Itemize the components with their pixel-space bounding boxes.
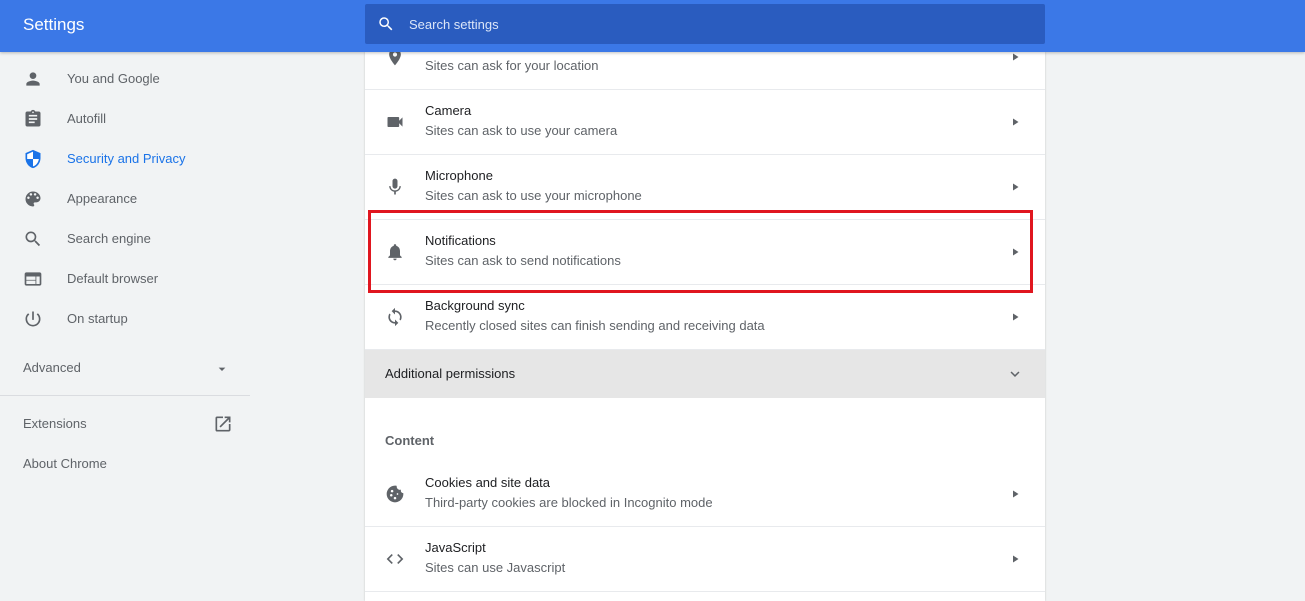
sidebar-item-appearance[interactable]: Appearance <box>0 179 250 219</box>
shield-icon <box>25 149 41 169</box>
extensions-label: Extensions <box>23 416 87 431</box>
sidebar: You and Google Autofill Security and Pri… <box>0 52 250 601</box>
row-title: Camera <box>425 103 472 118</box>
sidebar-item-label: Appearance <box>67 191 138 206</box>
background-sync-row[interactable]: Background sync Recently closed sites ca… <box>365 285 1045 350</box>
search-input[interactable] <box>409 4 1029 44</box>
row-subtitle: Sites can ask to use your camera <box>425 123 618 138</box>
power-icon <box>25 311 41 327</box>
camera-row[interactable]: Camera Sites can ask to use your camera <box>365 90 1045 155</box>
row-title: Cookies and site data <box>425 475 551 490</box>
row-subtitle: Sites can ask to use your microphone <box>425 188 642 203</box>
permissions-card: Sites can ask for your location Camera S… <box>365 48 1045 601</box>
sidebar-item-default-browser[interactable]: Default browser <box>0 259 250 299</box>
sidebar-item-label: Security and Privacy <box>67 151 186 166</box>
additional-permissions-toggle[interactable]: Additional permissions <box>365 350 1045 398</box>
search-icon[interactable] <box>377 15 395 33</box>
arrow-right-icon <box>1013 118 1019 126</box>
advanced-toggle[interactable]: Advanced <box>0 347 250 387</box>
browser-window-icon <box>24 272 42 286</box>
top-bar: Settings <box>0 0 1305 52</box>
app-title: Settings <box>23 15 85 34</box>
sidebar-item-security-and-privacy[interactable]: Security and Privacy <box>0 139 250 179</box>
chevron-down-icon <box>1010 371 1020 377</box>
sidebar-item-about-chrome[interactable]: About Chrome <box>0 446 250 482</box>
sidebar-item-label: On startup <box>67 311 128 326</box>
sync-icon <box>388 307 402 327</box>
sidebar-item-label: Search engine <box>67 231 151 246</box>
row-subtitle: Recently closed sites can finish sending… <box>425 318 765 333</box>
row-subtitle: Sites can use Javascript <box>425 560 566 575</box>
search-icon <box>25 231 41 247</box>
clipboard-icon <box>25 109 41 127</box>
palette-icon <box>25 191 41 207</box>
sidebar-divider <box>0 395 250 396</box>
code-brackets-icon <box>386 554 404 564</box>
row-title: Microphone <box>425 168 493 183</box>
arrow-right-icon <box>1013 555 1019 563</box>
row-subtitle: Third-party cookies are blocked in Incog… <box>425 495 713 510</box>
javascript-row[interactable]: JavaScript Sites can use Javascript <box>365 527 1045 592</box>
row-title: JavaScript <box>425 540 486 555</box>
arrow-right-icon <box>1013 183 1019 191</box>
row-title: Background sync <box>425 298 525 313</box>
sidebar-item-search-engine[interactable]: Search engine <box>0 219 250 259</box>
row-subtitle: Sites can ask for your location <box>425 58 599 73</box>
about-chrome-label: About Chrome <box>23 456 107 471</box>
arrow-right-icon <box>1013 53 1019 61</box>
microphone-icon <box>389 178 401 195</box>
advanced-label: Advanced <box>23 360 81 375</box>
notifications-highlight-box <box>368 210 1033 293</box>
sidebar-item-label: You and Google <box>67 71 160 86</box>
additional-permissions-label: Additional permissions <box>385 366 516 381</box>
arrow-right-icon <box>1013 313 1019 321</box>
sidebar-item-autofill[interactable]: Autofill <box>0 99 250 139</box>
content-section-title: Content <box>385 433 435 448</box>
cookie-icon <box>386 485 404 503</box>
person-icon <box>26 72 40 86</box>
sidebar-item-you-and-google[interactable]: You and Google <box>0 59 250 99</box>
open-in-new-icon <box>215 416 231 432</box>
sidebar-item-label: Default browser <box>67 271 159 286</box>
search-box[interactable] <box>365 4 1045 44</box>
caret-down-icon <box>218 367 226 371</box>
sidebar-item-label: Autofill <box>67 111 107 126</box>
sidebar-item-on-startup[interactable]: On startup <box>0 299 250 339</box>
arrow-right-icon <box>1013 490 1019 498</box>
camera-icon <box>387 117 403 127</box>
sidebar-item-extensions[interactable]: Extensions <box>0 406 250 442</box>
cookies-row[interactable]: Cookies and site data Third-party cookie… <box>365 462 1045 527</box>
